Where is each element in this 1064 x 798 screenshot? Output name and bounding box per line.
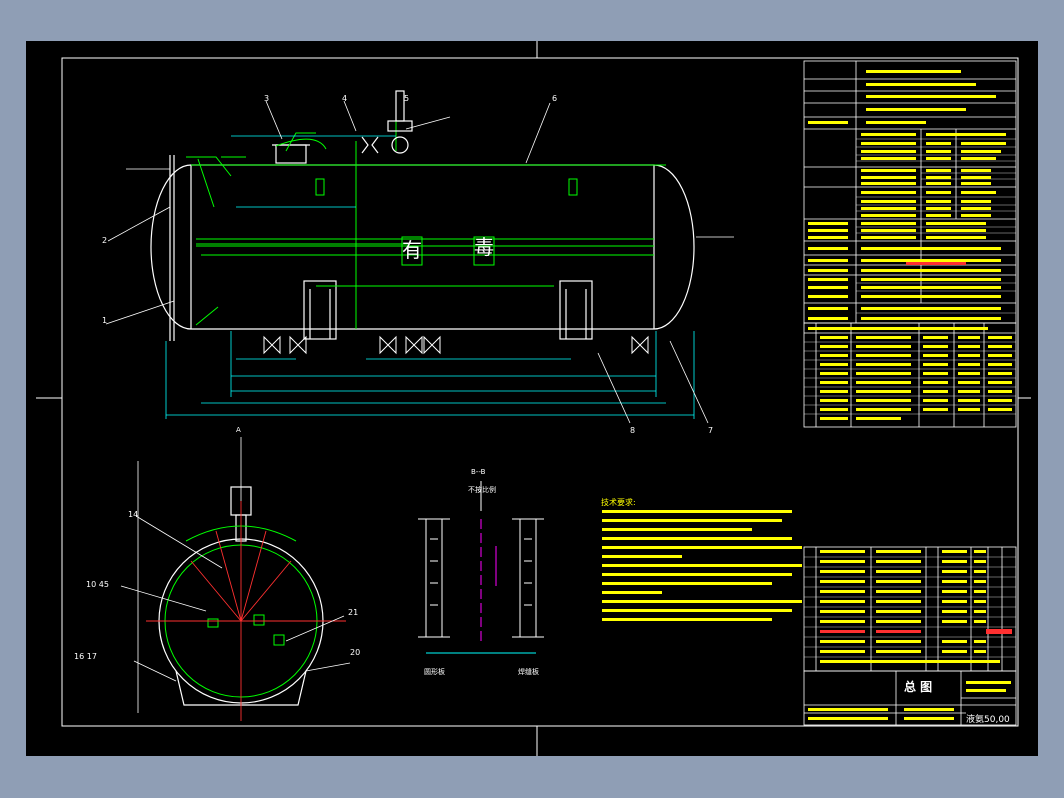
balloon-16-17: 16 17	[74, 652, 97, 661]
balloon-21: 21	[348, 608, 359, 617]
end-view-leaders	[120, 437, 351, 713]
right-view-label: 焊缝板	[518, 668, 539, 676]
drawing-sheet: 有 毒 2 1 3 4 5 6 7 8 14 10 45 16 17 21 20…	[26, 41, 1038, 756]
parts-text-placeholders	[808, 550, 1011, 720]
balloon-2: 2	[102, 236, 108, 245]
poison-char-2: 毒	[474, 235, 494, 259]
balloon-14: 14	[128, 510, 139, 519]
title-block-name: 总 图	[904, 680, 933, 694]
tech-requirements-text	[602, 510, 802, 621]
section-label: B--B	[471, 468, 486, 476]
balloon-3: 3	[264, 94, 270, 103]
balloon-5: 5	[404, 94, 410, 103]
drawing-number: 液氨50,00	[966, 715, 1010, 725]
cad-drawing	[36, 41, 1031, 756]
left-view-label: 圆形板	[424, 668, 445, 676]
tech-req-title: 技术要求:	[601, 498, 636, 507]
dimension-lines	[165, 135, 695, 419]
view-label-a: A	[236, 426, 241, 434]
leaders	[105, 100, 734, 424]
balloon-1: 1	[102, 316, 108, 325]
balloon-8: 8	[630, 426, 636, 435]
balloon-20: 20	[350, 648, 361, 657]
balloon-6: 6	[552, 94, 558, 103]
section-scale: 不按比例	[468, 486, 496, 494]
balloon-4: 4	[342, 94, 348, 103]
balloon-10-45: 10 45	[86, 580, 109, 589]
poison-char-1: 有	[402, 238, 422, 262]
green-lines	[186, 111, 666, 329]
sheet-frame	[36, 41, 1031, 756]
balloon-7: 7	[708, 426, 714, 435]
